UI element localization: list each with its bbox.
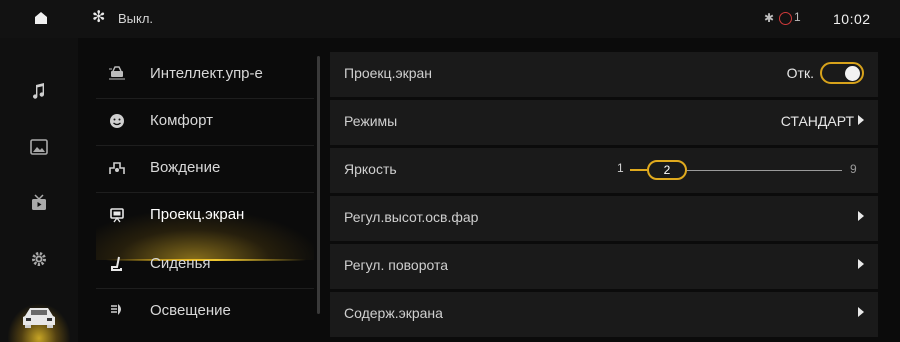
home-icon[interactable] xyxy=(34,11,48,25)
menu-item-projection-screen[interactable]: Проекц.экран xyxy=(96,193,314,239)
chevron-right-icon xyxy=(858,211,864,221)
projection-screen-icon xyxy=(108,207,126,225)
left-nav xyxy=(0,38,78,342)
signal-indicator: 1 xyxy=(794,10,801,24)
row-projection-screen[interactable]: Проекц.экран Отк. xyxy=(330,52,878,98)
chevron-right-icon xyxy=(858,115,864,125)
toggle-knob xyxy=(845,66,860,81)
settings-menu: Интеллект.упр-е Комфорт Вождение Проекц.… xyxy=(96,52,314,342)
nav-car[interactable] xyxy=(0,292,78,342)
chevron-right-icon xyxy=(858,307,864,317)
driving-icon xyxy=(108,160,126,178)
slider-max-label: 9 xyxy=(850,162,857,176)
row-label: Режимы xyxy=(344,113,398,129)
menu-scrollbar[interactable] xyxy=(317,56,320,314)
toggle-state-label: Отк. xyxy=(786,65,814,81)
menu-item-lighting[interactable]: Освещение xyxy=(96,289,314,335)
mode-value: СТАНДАРТ xyxy=(780,113,854,129)
clock: 10:02 xyxy=(833,11,871,27)
fan-icon[interactable]: ✻ xyxy=(92,10,105,26)
status-bar: ✻ Выкл. ✱ 1 10:02 xyxy=(0,0,900,38)
menu-item-driving[interactable]: Вождение xyxy=(96,146,314,192)
row-label: Регул.высот.осв.фар xyxy=(344,209,479,225)
row-modes[interactable]: Режимы СТАНДАРТ xyxy=(330,100,878,146)
menu-item-label: Проекц.экран xyxy=(150,206,245,223)
menu-item-seats[interactable]: Сиденья xyxy=(96,242,314,288)
comfort-icon xyxy=(108,113,126,131)
chevron-right-icon xyxy=(858,259,864,269)
menu-item-comfort[interactable]: Комфорт xyxy=(96,99,314,145)
row-label: Проекц.экран xyxy=(344,65,433,81)
nav-settings[interactable] xyxy=(0,234,78,284)
slider-min-label: 1 xyxy=(617,161,624,175)
nav-gallery[interactable] xyxy=(0,122,78,172)
video-icon xyxy=(30,194,48,212)
car-icon xyxy=(21,305,57,329)
row-headlight-height[interactable]: Регул.высот.осв.фар xyxy=(330,196,878,242)
menu-item-label: Вождение xyxy=(150,159,221,176)
seat-icon xyxy=(108,256,126,274)
row-label: Регул. поворота xyxy=(344,257,448,273)
menu-item-label: Освещение xyxy=(150,302,231,319)
menu-item-intelligent-control[interactable]: Интеллект.упр-е xyxy=(96,52,314,98)
nav-music[interactable] xyxy=(0,66,78,116)
row-label: Содерж.экрана xyxy=(344,305,443,321)
bluetooth-icon: ✱ xyxy=(764,11,775,25)
music-note-icon xyxy=(30,82,48,100)
menu-item-label: Сиденья xyxy=(150,255,211,272)
brightness-slider-thumb[interactable]: 2 xyxy=(647,160,687,180)
row-brightness: Яркость 1 2 9 xyxy=(330,148,878,194)
row-screen-content[interactable]: Содерж.экрана xyxy=(330,292,878,338)
intelligent-control-icon xyxy=(108,66,126,84)
settings-content: Проекц.экран Отк. Режимы СТАНДАРТ Яркост… xyxy=(330,52,878,342)
menu-item-label: Интеллект.упр-е xyxy=(150,65,263,82)
gallery-icon xyxy=(30,139,48,155)
nav-video[interactable] xyxy=(0,178,78,228)
settings-gear-icon xyxy=(30,250,48,268)
row-turn-adjust[interactable]: Регул. поворота xyxy=(330,244,878,290)
fan-status-label: Выкл. xyxy=(118,11,154,26)
camera-recording-icon xyxy=(779,12,792,25)
lighting-icon xyxy=(108,303,126,321)
row-label: Яркость xyxy=(344,161,397,177)
menu-item-label: Комфорт xyxy=(150,112,213,129)
brightness-slider-fill xyxy=(630,169,647,171)
projection-toggle[interactable] xyxy=(820,62,864,84)
